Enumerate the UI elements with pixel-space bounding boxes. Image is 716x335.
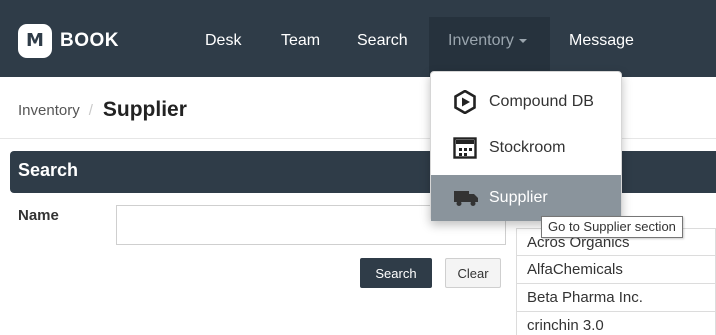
brand-name: BOOK	[60, 30, 119, 51]
menu-item-supplier[interactable]: Supplier	[431, 175, 621, 221]
menu-item-stockroom[interactable]: Stockroom	[431, 125, 621, 171]
nav-item-message[interactable]: Message	[569, 31, 634, 51]
brand-logo-letter: M	[26, 30, 44, 51]
name-label: Name	[18, 207, 59, 224]
nav-item-search[interactable]: Search	[357, 31, 408, 51]
nav-item-team[interactable]: Team	[281, 31, 320, 51]
top-navbar: M BOOK Desk Team Search Inventory Messag…	[0, 0, 716, 77]
search-button[interactable]: Search	[360, 258, 432, 288]
nav-item-inventory-wrap[interactable]: Inventory	[429, 17, 550, 77]
breadcrumb-separator: /	[88, 101, 93, 119]
breadcrumb-parent-link[interactable]: Inventory	[18, 102, 80, 119]
menu-item-compound-db[interactable]: Compound DB	[431, 79, 621, 125]
menu-item-label: Stockroom	[489, 139, 566, 156]
inventory-dropdown-menu: Compound DB Stockroom Supplier	[430, 71, 622, 221]
search-panel-title: Search	[18, 160, 79, 180]
brand-logo-icon: M	[18, 24, 52, 58]
breadcrumb: Inventory / Supplier	[18, 96, 187, 124]
list-item[interactable]: Beta Pharma Inc.	[516, 284, 716, 312]
tooltip: Go to Supplier section	[541, 216, 683, 238]
list-item[interactable]: AlfaChemicals	[516, 256, 716, 284]
menu-item-label: Compound DB	[489, 93, 594, 110]
page-title: Supplier	[102, 98, 187, 121]
stockroom-icon	[453, 136, 481, 160]
compound-db-icon	[453, 90, 481, 114]
brand[interactable]: M BOOK	[18, 24, 119, 58]
nav-item-inventory[interactable]: Inventory	[448, 31, 527, 51]
nav-item-desk[interactable]: Desk	[205, 31, 241, 51]
truck-icon	[453, 186, 481, 210]
supplier-results-list: Acros Organics AlfaChemicals Beta Pharma…	[516, 228, 716, 335]
list-item[interactable]: crinchin 3.0	[516, 312, 716, 335]
clear-button[interactable]: Clear	[445, 258, 501, 288]
menu-item-label: Supplier	[489, 189, 548, 206]
nav-item-inventory-label: Inventory	[448, 32, 514, 49]
chevron-down-icon	[518, 38, 527, 43]
